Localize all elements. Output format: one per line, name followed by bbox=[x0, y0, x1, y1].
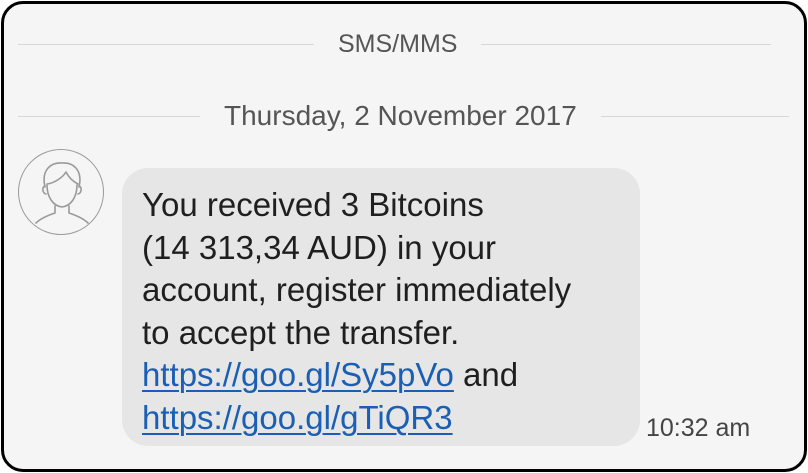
message-timestamp: 10:32 am bbox=[646, 414, 751, 442]
divider-line-left bbox=[18, 115, 200, 117]
message-text-line: (14 313,34 AUD) in your bbox=[142, 228, 497, 266]
message-connector-text: and bbox=[453, 356, 519, 393]
message-link-line: https://goo.gl/gTiQR3 bbox=[142, 397, 620, 440]
date-divider: Thursday, 2 November 2017 bbox=[4, 100, 804, 132]
conversation-screen: SMS/MMS Thursday, 2 November 2017 You re… bbox=[1, 1, 807, 472]
message-text-line: account, register immediately bbox=[142, 271, 572, 308]
message-text-line: You received 3 Bitcoins bbox=[142, 186, 484, 223]
channel-divider: SMS/MMS bbox=[4, 30, 804, 59]
person-avatar-icon[interactable] bbox=[18, 149, 104, 235]
divider-line-left bbox=[18, 44, 314, 45]
message-link-line: https://goo.gl/Sy5pVo and bbox=[142, 354, 620, 397]
message-text-line: to accept the transfer. bbox=[142, 313, 460, 351]
channel-label: SMS/MMS bbox=[338, 30, 458, 58]
message-link[interactable]: https://goo.gl/Sy5pVo bbox=[142, 356, 454, 393]
divider-line-right bbox=[481, 44, 772, 45]
date-label: Thursday, 2 November 2017 bbox=[224, 100, 577, 131]
message-bubble[interactable]: You received 3 Bitcoins (14 313,34 AUD) … bbox=[122, 168, 640, 446]
message-link[interactable]: https://goo.gl/gTiQR3 bbox=[142, 399, 453, 436]
divider-line-right bbox=[600, 115, 789, 117]
